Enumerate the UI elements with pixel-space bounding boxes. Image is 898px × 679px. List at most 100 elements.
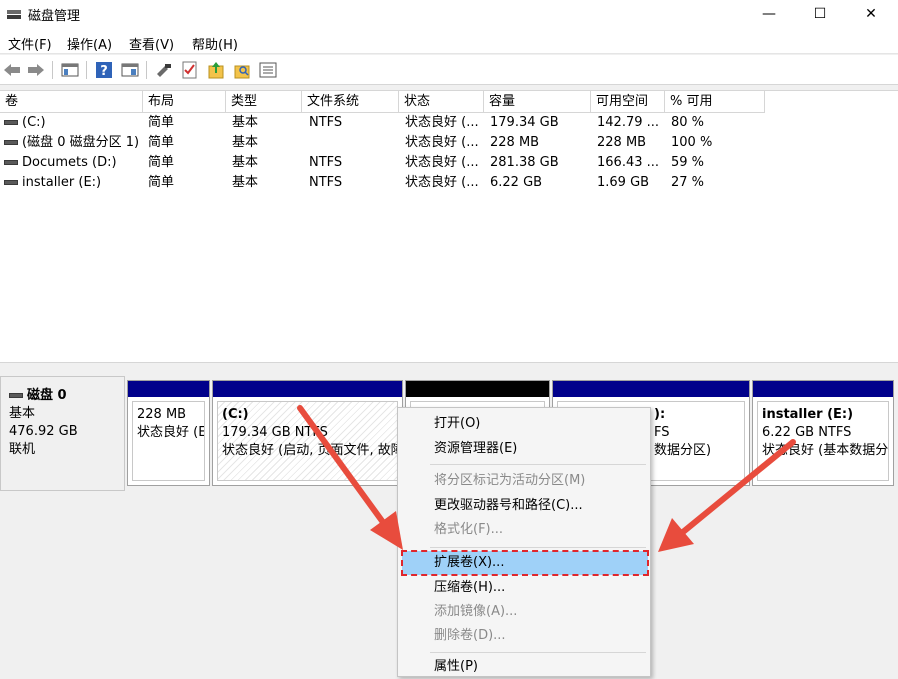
partition-bar (128, 381, 209, 397)
partition-bar (213, 381, 402, 397)
menu-item-open[interactable]: 打开(O) (402, 412, 648, 436)
partition-c[interactable]: (C:) 179.34 GB NTFS 状态良好 (启动, 页面文件, 故障 (212, 380, 403, 486)
table-cell: 基本 (232, 115, 259, 130)
menu-view[interactable]: 查看(V) (129, 34, 174, 53)
window-title: 磁盘管理 (28, 9, 81, 24)
partition-size: 179.34 GB NTFS (222, 425, 328, 440)
table-row[interactable]: (C:) (4, 113, 142, 133)
table-cell: 基本 (232, 135, 259, 150)
drive-icon (4, 120, 18, 125)
column-header-filesystem[interactable]: 文件系统 (302, 91, 399, 113)
volume-list: 卷 布局 类型 文件系统 状态 容量 可用空间 % 可用 (C:) 简单 基本 … (0, 90, 898, 362)
partition-size: 6.22 GB NTFS (762, 425, 852, 440)
column-header-free-space[interactable]: 可用空间 (591, 91, 665, 113)
column-header-percent-free[interactable]: % 可用 (665, 91, 765, 113)
table-cell: 142.79 ... (597, 115, 660, 130)
column-header-status[interactable]: 状态 (399, 91, 484, 113)
maximize-icon: ☐ (813, 6, 827, 22)
table-cell: 基本 (232, 155, 259, 170)
drive-icon (4, 180, 18, 185)
menu-item-properties[interactable]: 属性(P) (402, 655, 648, 679)
menu-file[interactable]: 文件(F) (8, 34, 52, 53)
search-folder-icon[interactable] (232, 60, 252, 80)
disk-0-label[interactable]: 磁盘 0 基本 476.92 GB 联机 (0, 376, 125, 491)
menu-item-explorer[interactable]: 资源管理器(E) (402, 437, 648, 461)
partition-efi[interactable]: 228 MB 状态良好 (E (127, 380, 210, 486)
table-cell: NTFS (309, 175, 343, 190)
partition-body: (C:) 179.34 GB NTFS 状态良好 (启动, 页面文件, 故障 (217, 401, 398, 481)
partition-status: 状态良好 (启动, 页面文件, 故障 (222, 443, 398, 458)
table-cell: 281.38 GB (490, 155, 559, 170)
back-icon[interactable] (2, 60, 22, 80)
partition-e[interactable]: installer (E:) 6.22 GB NTFS 状态良好 (基本数据分 (752, 380, 894, 486)
table-cell: 状态良好 (... (405, 135, 479, 150)
disk-type: 基本 (9, 406, 36, 421)
forward-icon[interactable] (26, 60, 46, 80)
minimize-button[interactable]: — (746, 0, 792, 28)
table-cell: 59 % (671, 155, 705, 170)
menu-item-delete-volume[interactable]: 删除卷(D)... (402, 624, 648, 648)
menu-separator (430, 652, 646, 653)
table-cell: 27 % (671, 175, 705, 190)
show-hide-console-icon[interactable] (60, 60, 80, 80)
settings-panel-icon[interactable] (258, 60, 278, 80)
menu-item-extend-volume[interactable]: 扩展卷(X)... (401, 550, 649, 576)
disk-name: 磁盘 0 (27, 388, 67, 403)
connect-icon[interactable] (154, 60, 174, 80)
close-button[interactable]: ✕ (848, 0, 894, 28)
checklist-icon[interactable] (180, 60, 200, 80)
menu-help[interactable]: 帮助(H) (192, 34, 238, 53)
toolbar-separator (86, 61, 87, 79)
table-cell: 80 % (671, 115, 705, 130)
menu-item-shrink-volume[interactable]: 压缩卷(H)... (402, 576, 648, 600)
table-row[interactable]: Documets (D:) (4, 153, 142, 173)
table-row[interactable]: installer (E:) (4, 173, 142, 193)
menu-action[interactable]: 操作(A) (67, 34, 112, 53)
table-cell: 简单 (148, 155, 175, 170)
disk-icon (9, 393, 23, 398)
toolbar-separator (146, 61, 147, 79)
partition-label: installer (E:) (762, 407, 854, 422)
table-row[interactable]: (磁盘 0 磁盘分区 1) (4, 133, 142, 153)
column-header-capacity[interactable]: 容量 (484, 91, 591, 113)
partition-bar (406, 381, 549, 397)
upload-icon[interactable] (206, 60, 226, 80)
partition-status: 状态良好 (基本数据分 (762, 443, 889, 458)
title-bar: 磁盘管理 — ☐ ✕ (0, 0, 898, 28)
drive-icon (4, 140, 18, 145)
volume-name: installer (E:) (22, 175, 102, 190)
table-cell: 简单 (148, 115, 175, 130)
column-header-type[interactable]: 类型 (226, 91, 302, 113)
table-cell: 状态良好 (... (405, 115, 479, 130)
volume-name: (C:) (22, 115, 46, 130)
table-cell: 228 MB (490, 135, 540, 150)
partition-body: installer (E:) 6.22 GB NTFS 状态良好 (基本数据分 (757, 401, 889, 481)
properties-pane-icon[interactable] (120, 60, 140, 80)
close-icon: ✕ (865, 6, 877, 22)
maximize-button[interactable]: ☐ (797, 0, 843, 28)
table-cell: NTFS (309, 155, 343, 170)
partition-status: 状态良好 (E (137, 425, 205, 440)
context-menu: 打开(O) 资源管理器(E) 将分区标记为活动分区(M) 更改驱动器号和路径(C… (397, 407, 651, 677)
menu-item-mark-active[interactable]: 将分区标记为活动分区(M) (402, 469, 648, 493)
table-cell: 166.43 ... (597, 155, 660, 170)
column-header-volume[interactable]: 卷 (0, 91, 143, 113)
disk-status: 联机 (9, 442, 36, 457)
toolbar-separator (52, 61, 53, 79)
toolbar: ? (0, 55, 898, 85)
partition-size: 228 MB (137, 407, 187, 422)
partition-bar (553, 381, 749, 397)
disk-management-icon (7, 10, 21, 19)
menu-separator (430, 547, 646, 548)
column-header-layout[interactable]: 布局 (143, 91, 226, 113)
table-cell: 简单 (148, 135, 175, 150)
help-icon[interactable]: ? (94, 60, 114, 80)
table-cell: 179.34 GB (490, 115, 559, 130)
volume-name: (磁盘 0 磁盘分区 1) (22, 135, 140, 150)
menu-item-add-mirror[interactable]: 添加镜像(A)... (402, 600, 648, 624)
menu-item-format[interactable]: 格式化(F)... (402, 518, 648, 542)
table-cell: 状态良好 (... (405, 155, 479, 170)
minimize-icon: — (762, 6, 776, 22)
menu-item-change-drive-letter[interactable]: 更改驱动器号和路径(C)... (402, 494, 648, 518)
table-cell: NTFS (309, 115, 343, 130)
